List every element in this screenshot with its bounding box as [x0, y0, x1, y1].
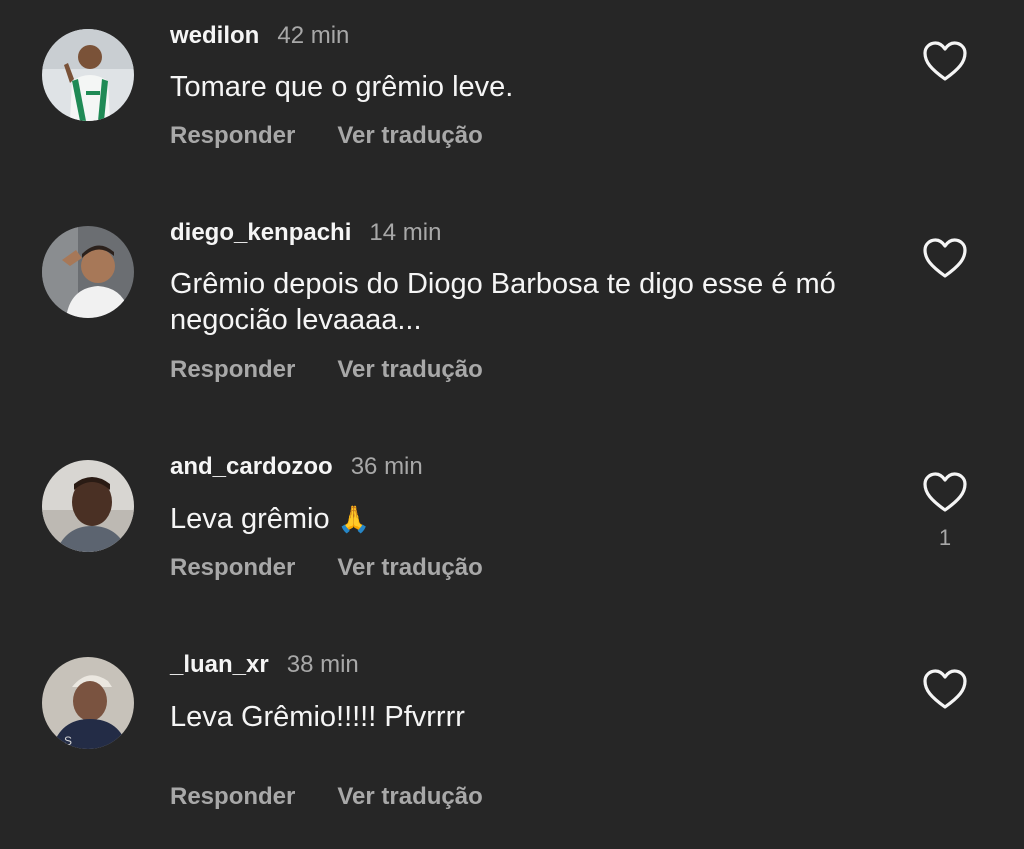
comment-text: Tomare que o grêmio leve. — [170, 71, 514, 103]
reply-button[interactable]: Responder — [170, 783, 295, 811]
svg-text:S: S — [64, 734, 72, 748]
avatar[interactable] — [42, 226, 134, 318]
comment-meta: wedilon 42 min — [170, 22, 349, 54]
translate-button[interactable]: Ver tradução — [337, 356, 482, 384]
avatar[interactable]: S — [42, 657, 134, 749]
username[interactable]: _luan_xr — [170, 651, 269, 679]
comment-meta: _luan_xr 38 min — [170, 651, 359, 683]
heart-outline-icon[interactable] — [921, 667, 969, 711]
comment-text-body: Leva grêmio — [170, 503, 330, 535]
heart-outline-icon[interactable] — [921, 39, 969, 83]
comment-meta: diego_kenpachi 14 min — [170, 219, 441, 251]
timestamp: 14 min — [369, 219, 442, 246]
heart-outline-icon[interactable] — [921, 470, 969, 514]
reply-button[interactable]: Responder — [170, 122, 295, 150]
username[interactable]: diego_kenpachi — [170, 219, 351, 247]
comment-meta: and_cardozoo 36 min — [170, 453, 423, 485]
pray-emoji-icon: 🙏 — [337, 504, 371, 534]
avatar[interactable] — [42, 29, 134, 121]
translate-button[interactable]: Ver tradução — [337, 554, 482, 582]
comment-text: Leva grêmio 🙏 — [170, 501, 910, 537]
reply-button[interactable]: Responder — [170, 554, 295, 582]
comment-actions: Responder Ver tradução — [170, 554, 483, 582]
timestamp: 36 min — [350, 453, 423, 480]
avatar[interactable] — [42, 460, 134, 552]
comment-actions: Responder Ver tradução — [170, 783, 483, 811]
like-count: 1 — [938, 525, 952, 550]
timestamp: 42 min — [277, 22, 350, 49]
comment-actions: Responder Ver tradução — [170, 122, 483, 150]
comment-text: Leva Grêmio!!!!! Pfvrrrr — [170, 701, 465, 733]
translate-button[interactable]: Ver tradução — [337, 122, 482, 150]
translate-button[interactable]: Ver tradução — [337, 783, 482, 811]
username[interactable]: wedilon — [170, 22, 259, 50]
timestamp: 38 min — [286, 651, 359, 678]
heart-outline-icon[interactable] — [921, 236, 969, 280]
comment-text: Grêmio depois do Diogo Barbosa te digo e… — [170, 268, 836, 336]
reply-button[interactable]: Responder — [170, 356, 295, 384]
comment-actions: Responder Ver tradução — [170, 356, 483, 384]
username[interactable]: and_cardozoo — [170, 453, 333, 481]
